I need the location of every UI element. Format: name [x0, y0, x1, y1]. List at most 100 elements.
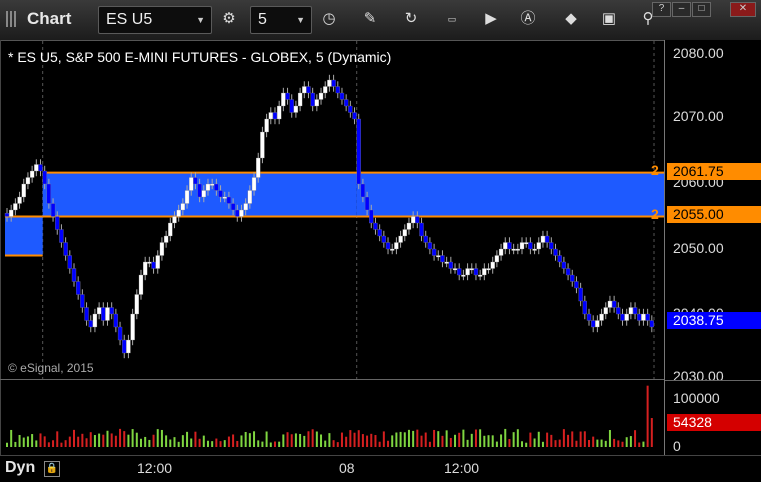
volume-bar — [123, 431, 126, 447]
up-candle — [628, 307, 634, 315]
up-candle — [201, 190, 206, 198]
volume-bar — [160, 429, 163, 447]
down-candle — [578, 287, 583, 302]
volume-bar — [60, 442, 63, 447]
volume-bar — [315, 431, 318, 447]
down-candle — [306, 86, 311, 94]
up-candle — [402, 229, 407, 237]
symbol-input[interactable]: ES U5 ▼ — [98, 6, 212, 34]
help-button[interactable]: ? — [652, 2, 671, 17]
down-candle — [473, 268, 479, 276]
down-candle — [507, 242, 512, 250]
volume-bar — [454, 434, 457, 447]
volume-bar — [420, 435, 423, 447]
volume-bar — [282, 434, 285, 447]
volume-bar — [165, 435, 168, 447]
down-candle — [632, 307, 638, 315]
volume-chart[interactable] — [3, 381, 664, 453]
down-candle — [356, 118, 361, 185]
volume-bar — [328, 433, 331, 447]
volume-bar — [629, 436, 632, 447]
up-candle — [323, 86, 328, 94]
volume-bar — [39, 433, 42, 447]
volume-bar — [43, 436, 46, 447]
refresh-icon[interactable]: ↻ — [399, 7, 423, 31]
minimize-button[interactable]: – — [672, 2, 691, 17]
up-candle — [603, 307, 608, 315]
up-candle — [482, 268, 487, 276]
up-candle — [163, 235, 169, 243]
volume-bar — [638, 442, 641, 447]
volume-bar — [144, 436, 147, 447]
chevron-down-icon[interactable]: ▼ — [196, 7, 205, 33]
volume-bar — [466, 439, 469, 447]
drag-grip-icon[interactable] — [6, 11, 20, 27]
volume-bar — [64, 440, 67, 447]
volume-bar — [387, 440, 390, 447]
interval-input[interactable]: 5 ▼ — [250, 6, 312, 34]
down-candle — [218, 190, 223, 198]
pencil-icon[interactable]: ✎ — [358, 7, 382, 31]
lock-icon[interactable]: 🔒 — [44, 461, 60, 477]
clock-icon[interactable]: ◷ — [317, 7, 341, 31]
volume-bar — [269, 442, 272, 447]
volume-bar — [81, 433, 84, 447]
down-candle — [117, 326, 123, 341]
up-candle — [540, 235, 546, 243]
alert-icon[interactable]: Ⓐ — [516, 7, 540, 31]
volume-bar — [169, 439, 172, 447]
volume-bar — [227, 436, 230, 447]
volume-bar — [546, 432, 549, 447]
down-candle — [226, 196, 232, 204]
volume-bar — [47, 442, 50, 447]
volume-bar — [579, 431, 582, 447]
down-candle — [122, 339, 127, 354]
down-candle — [377, 229, 382, 237]
close-button[interactable]: ✕ — [730, 2, 756, 17]
up-candle — [251, 177, 257, 191]
volume-bar — [592, 436, 595, 447]
volume-bar — [93, 435, 96, 447]
up-candle — [327, 79, 332, 87]
volume-bar — [537, 431, 540, 447]
volume-bar — [52, 440, 55, 447]
up-candle — [461, 274, 466, 277]
volume-bar — [320, 434, 323, 447]
play-icon[interactable]: ▶ — [479, 7, 503, 31]
down-candle — [427, 242, 433, 250]
price-tick: 2030.00 — [673, 368, 724, 384]
volume-bar — [173, 437, 176, 447]
volume-bar — [215, 438, 218, 447]
down-candle — [553, 248, 558, 256]
get-icon[interactable]: ▭ — [440, 7, 464, 31]
volume-bar — [441, 435, 444, 447]
price-axis[interactable]: 2080.00 2070.00 2060.00 2050.00 2040.00 … — [664, 40, 761, 455]
price-chart[interactable] — [3, 41, 664, 379]
settings-gear-icon[interactable]: ⚙ — [217, 7, 241, 31]
down-candle — [42, 170, 47, 185]
volume-bar — [500, 434, 503, 447]
volume-bar — [194, 431, 197, 447]
down-candle — [611, 300, 617, 308]
down-candle — [272, 112, 278, 120]
up-candle — [297, 92, 303, 107]
volume-bar — [646, 385, 649, 447]
volume-bar — [508, 439, 511, 447]
volume-bar — [403, 432, 406, 447]
supply-zone — [5, 216, 43, 256]
down-candle — [419, 222, 424, 237]
mode-label[interactable]: Dyn — [5, 459, 35, 477]
symbol-value: ES U5 — [106, 11, 153, 28]
eraser-icon[interactable]: ◆ — [559, 7, 583, 31]
maximize-button[interactable]: □ — [692, 2, 711, 17]
chevron-down-icon[interactable]: ▼ — [296, 7, 305, 33]
volume-bar — [588, 440, 591, 447]
down-candle — [84, 307, 89, 321]
pane-divider[interactable] — [0, 379, 664, 380]
up-candle — [410, 216, 416, 224]
time-axis[interactable]: Dyn 🔒 12:00 08 12:00 — [0, 455, 761, 482]
price-tick: 2070.00 — [673, 108, 724, 124]
up-candle — [277, 105, 282, 120]
comment-icon[interactable]: ▣ — [597, 7, 621, 31]
volume-bar — [554, 440, 557, 447]
